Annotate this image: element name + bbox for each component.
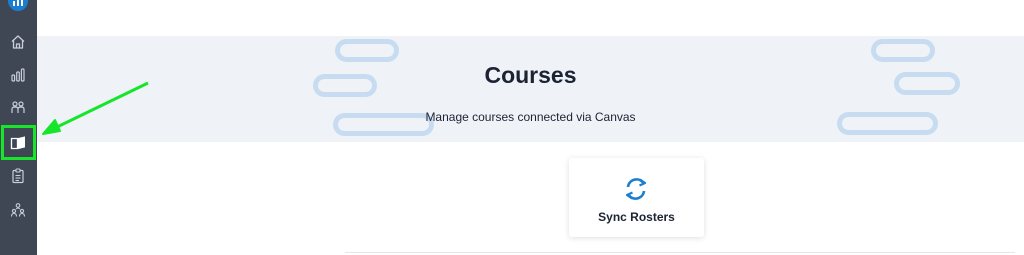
- sidebar-item-groups[interactable]: [7, 199, 29, 221]
- page-subtitle: Manage courses connected via Canvas: [425, 110, 636, 124]
- bar-chart-logo-icon: [13, 0, 23, 6]
- people-icon: [11, 101, 25, 113]
- divider: [345, 252, 1015, 253]
- sidebar-item-home[interactable]: [7, 31, 29, 53]
- clipboard-icon: [12, 168, 24, 184]
- home-icon: [11, 35, 25, 49]
- sync-icon: [625, 178, 647, 200]
- page-header-banner: Courses Manage courses connected via Can…: [37, 36, 1024, 142]
- sidebar-item-assignments[interactable]: [7, 165, 29, 187]
- bar-chart-icon: [11, 68, 25, 82]
- app-logo[interactable]: [8, 0, 28, 11]
- decorative-pill: [335, 39, 399, 62]
- sidebar: [0, 0, 37, 255]
- page-title: Courses: [484, 62, 577, 88]
- courses-highlight-box: [1, 125, 36, 160]
- sync-rosters-button[interactable]: Sync Rosters: [569, 158, 704, 237]
- sync-rosters-label: Sync Rosters: [598, 210, 675, 224]
- decorative-pill: [871, 39, 935, 62]
- sidebar-item-reports[interactable]: [7, 64, 29, 86]
- sidebar-item-people[interactable]: [7, 97, 29, 119]
- group-icon: [10, 203, 26, 217]
